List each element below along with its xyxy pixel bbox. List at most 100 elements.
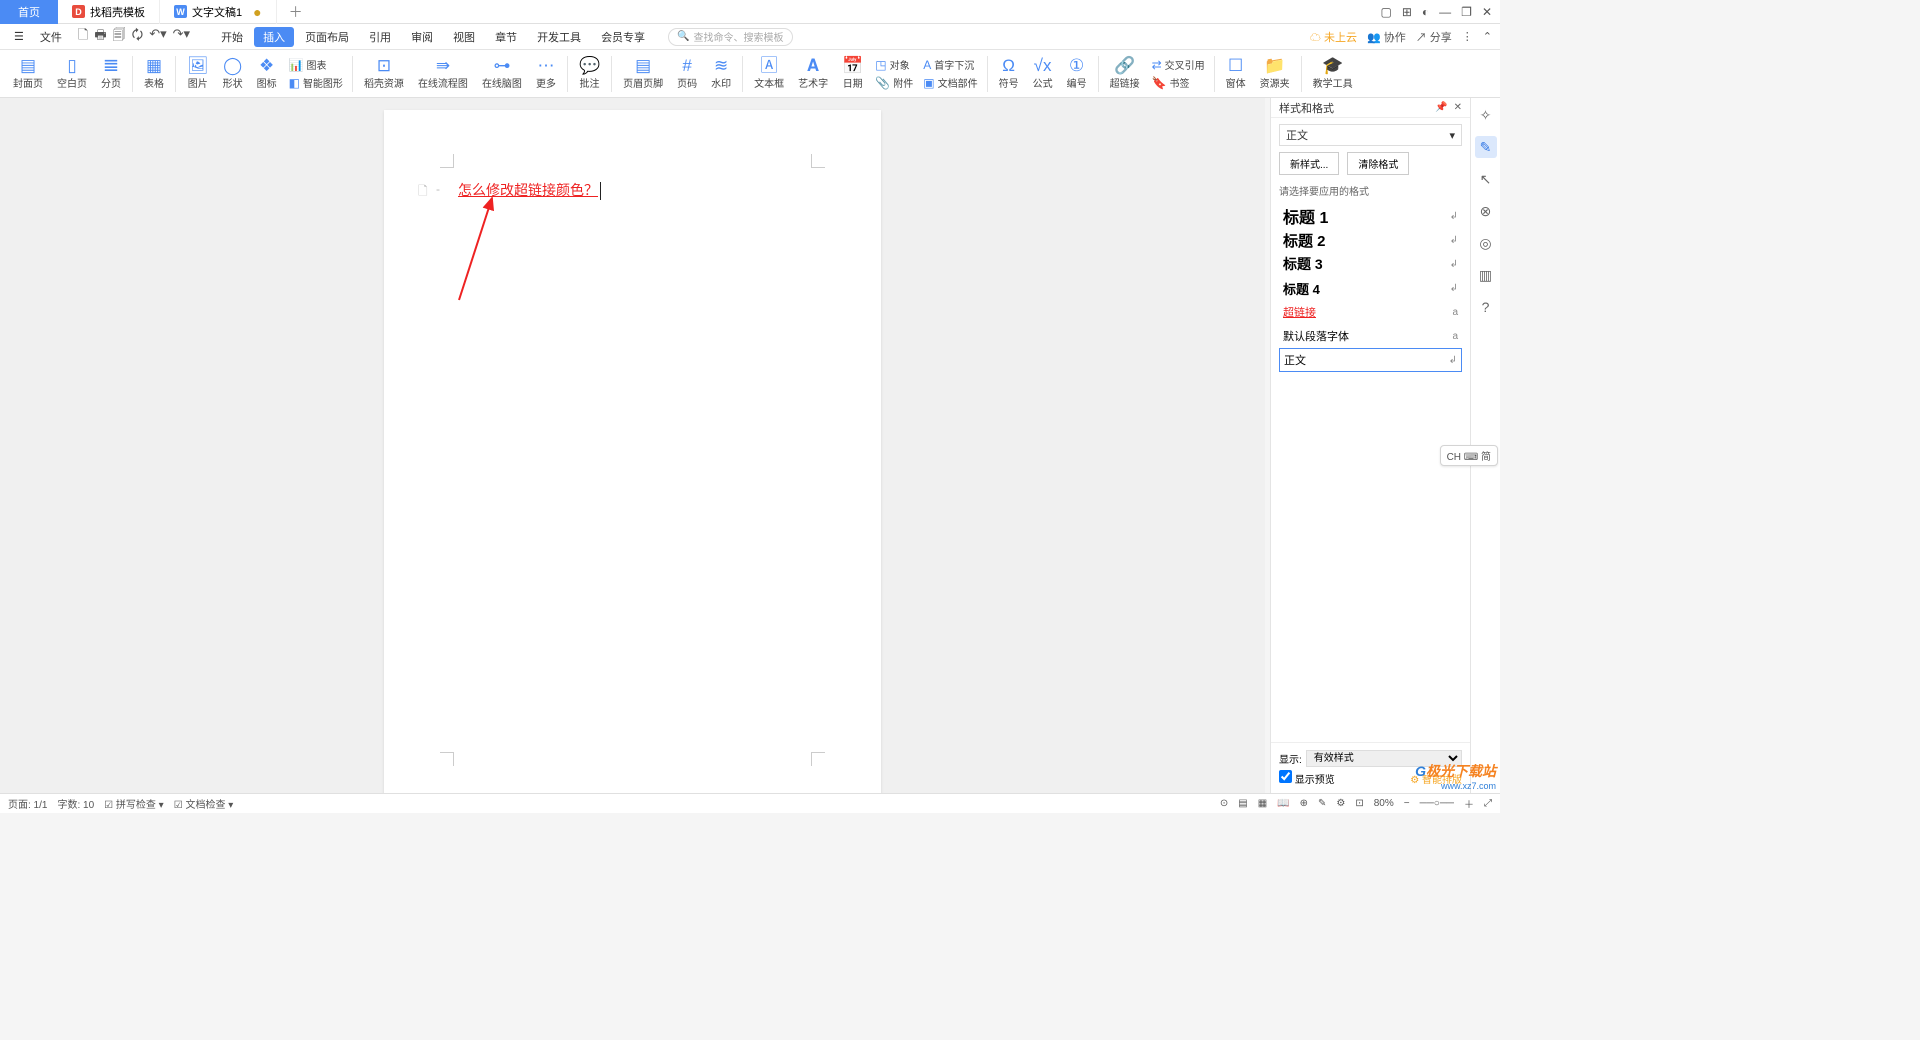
date-button[interactable]: 📅日期 xyxy=(835,52,870,96)
chart-button[interactable]: 📊图表 xyxy=(284,56,348,73)
web-icon[interactable]: ⊕ xyxy=(1300,798,1308,809)
share-button[interactable]: ↗ 分享 xyxy=(1416,29,1452,45)
ribtab-reference[interactable]: 引用 xyxy=(360,27,400,47)
picture-button[interactable]: 🖼图片 xyxy=(180,52,216,96)
resource-button[interactable]: ⊡稻壳资源 xyxy=(357,52,411,96)
ribtab-layout[interactable]: 页面布局 xyxy=(296,27,358,47)
clear-format-button[interactable]: 清除格式 xyxy=(1347,152,1409,175)
page-break-button[interactable]: 𝌆分页 xyxy=(94,52,128,96)
ime-indicator[interactable]: CH ⌨ 简 xyxy=(1440,445,1498,466)
edit-icon[interactable]: ✎ xyxy=(1318,798,1326,809)
close-icon[interactable]: ✕ xyxy=(1482,5,1492,19)
blank-page-button[interactable]: ▯空白页 xyxy=(50,52,94,96)
smartart-button[interactable]: ◧智能图形 xyxy=(284,74,348,91)
page-number-button[interactable]: #页码 xyxy=(670,52,704,96)
current-style-select[interactable]: 正文▾ xyxy=(1279,124,1462,146)
watermark-button[interactable]: ≋水印 xyxy=(704,52,738,96)
search-box[interactable]: 🔍 查找命令、搜索模板 xyxy=(668,28,792,46)
style-default-font[interactable]: 默认段落字体a xyxy=(1279,324,1462,348)
teaching-button[interactable]: 🎓教学工具 xyxy=(1306,52,1360,96)
undo-icon[interactable]: ↶▾ xyxy=(149,26,166,48)
shapes-button[interactable]: ◯形状 xyxy=(216,52,250,96)
new-tab-button[interactable]: ＋ xyxy=(277,0,315,24)
resource-folder-button[interactable]: 📁资源夹 xyxy=(1253,52,1297,96)
collab-button[interactable]: 👥 协作 xyxy=(1367,29,1406,45)
flowchart-button[interactable]: ⇛在线流程图 xyxy=(411,52,475,96)
cloud-status[interactable]: ☁ 未上云 xyxy=(1310,29,1357,45)
maximize-icon[interactable]: ❐ xyxy=(1461,5,1472,19)
numbering-button[interactable]: ①编号 xyxy=(1060,52,1094,96)
document-workspace[interactable]: 🗋 - 怎么修改超链接颜色？ xyxy=(0,98,1265,793)
form-button[interactable]: ☐窗体 xyxy=(1219,52,1253,96)
select-icon[interactable]: ↖ xyxy=(1475,168,1497,190)
focus-icon[interactable]: ⊙ xyxy=(1220,798,1228,809)
widgets-icon[interactable]: ▥ xyxy=(1475,264,1497,286)
style-body[interactable]: 正文↲ xyxy=(1279,348,1462,372)
mindmap-button[interactable]: ⊶在线脑图 xyxy=(475,52,529,96)
smart-layout-button[interactable]: ⚙ 智能排版 xyxy=(1410,771,1462,786)
analysis-icon[interactable]: ⊗ xyxy=(1475,200,1497,222)
icon-button[interactable]: ❖图标 xyxy=(250,52,284,96)
zoom-slider[interactable]: ──○── xyxy=(1420,798,1454,809)
fit-icon[interactable]: ⊡ xyxy=(1355,798,1363,809)
comment-button[interactable]: 💬批注 xyxy=(572,52,607,96)
preview-checkbox[interactable]: 显示预览 xyxy=(1279,770,1335,786)
user-icon[interactable]: ◐ xyxy=(1422,5,1429,19)
clipboard-icon[interactable]: ◎ xyxy=(1475,232,1497,254)
redo-icon[interactable]: ↷▾ xyxy=(173,26,190,48)
object-button[interactable]: ◳对象 xyxy=(870,56,918,73)
more-button[interactable]: ⋯更多 xyxy=(529,52,563,96)
style-hyperlink[interactable]: 超链接a xyxy=(1279,300,1462,324)
style-heading2[interactable]: 标题 2↲ xyxy=(1279,228,1462,252)
crossref-button[interactable]: ⇄交叉引用 xyxy=(1147,56,1210,73)
equation-button[interactable]: √x公式 xyxy=(1026,52,1060,96)
file-menu[interactable]: 文件 xyxy=(34,27,68,47)
tab-document[interactable]: W 文字文稿1 ● xyxy=(160,0,277,24)
collapse-icon[interactable]: ⌃ xyxy=(1483,30,1492,43)
new-style-button[interactable]: 新样式... xyxy=(1279,152,1339,175)
document-page[interactable]: 🗋 - 怎么修改超链接颜色？ xyxy=(384,110,881,793)
view1-icon[interactable]: ▤ xyxy=(1238,798,1247,809)
pin-icon[interactable]: 📌 xyxy=(1435,102,1447,113)
styles-icon[interactable]: ✎ xyxy=(1475,136,1497,158)
docparts-button[interactable]: ▣文档部件 xyxy=(918,74,982,91)
expand-icon[interactable]: ⤢ xyxy=(1484,798,1492,809)
ribtab-start[interactable]: 开始 xyxy=(212,27,252,47)
symbol-button[interactable]: Ω符号 xyxy=(992,52,1026,96)
wordart-button[interactable]: 𝐀艺术字 xyxy=(791,52,835,96)
show-select[interactable]: 有效样式 xyxy=(1306,750,1462,767)
print-icon[interactable]: 🖶 xyxy=(94,26,106,48)
settings-icon[interactable]: ⚙ xyxy=(1336,798,1345,809)
preview-icon[interactable]: 🗐 xyxy=(113,26,126,48)
view2-icon[interactable]: ▦ xyxy=(1258,798,1267,809)
help-icon[interactable]: ? xyxy=(1475,296,1497,318)
bookmark-button[interactable]: 🔖书签 xyxy=(1147,74,1210,91)
ribtab-member[interactable]: 会员专享 xyxy=(592,27,654,47)
style-heading1[interactable]: 标题 1↲ xyxy=(1279,204,1462,228)
header-footer-button[interactable]: ▤页眉页脚 xyxy=(616,52,670,96)
word-count[interactable]: 字数: 10 xyxy=(57,796,94,811)
minimize-icon[interactable]: — xyxy=(1439,5,1451,19)
page-indicator[interactable]: 页面: 1/1 xyxy=(8,796,47,811)
style-heading3[interactable]: 标题 3↲ xyxy=(1279,252,1462,276)
panel-close-icon[interactable]: ✕ xyxy=(1454,102,1462,113)
hamburger-icon[interactable]: ☰ xyxy=(8,28,30,45)
reading-icon[interactable]: 📖 xyxy=(1277,798,1289,809)
attachment-button[interactable]: 📎附件 xyxy=(870,74,918,91)
ribtab-review[interactable]: 审阅 xyxy=(402,27,442,47)
dropcap-button[interactable]: A首字下沉 xyxy=(918,56,982,73)
ribtab-section[interactable]: 章节 xyxy=(486,27,526,47)
spell-check[interactable]: ☑ 拼写检查 ▾ xyxy=(104,796,164,811)
more-icon[interactable]: ⋮ xyxy=(1462,30,1473,43)
textbox-button[interactable]: 🄰文本框 xyxy=(747,52,791,96)
zoom-out-icon[interactable]: − xyxy=(1404,798,1410,809)
cover-page-button[interactable]: ▤封面页 xyxy=(6,52,50,96)
tab-home[interactable]: 首页 xyxy=(0,0,58,24)
ribtab-view[interactable]: 视图 xyxy=(444,27,484,47)
ribtab-dev[interactable]: 开发工具 xyxy=(528,27,590,47)
table-button[interactable]: ▦表格 xyxy=(137,52,171,96)
style-heading4[interactable]: 标题 4↲ xyxy=(1279,276,1462,300)
hyperlink-button[interactable]: 🔗超链接 xyxy=(1103,52,1147,96)
layout-icon[interactable]: ▢ xyxy=(1381,5,1392,19)
zoom-in-icon[interactable]: ＋ xyxy=(1464,796,1474,811)
